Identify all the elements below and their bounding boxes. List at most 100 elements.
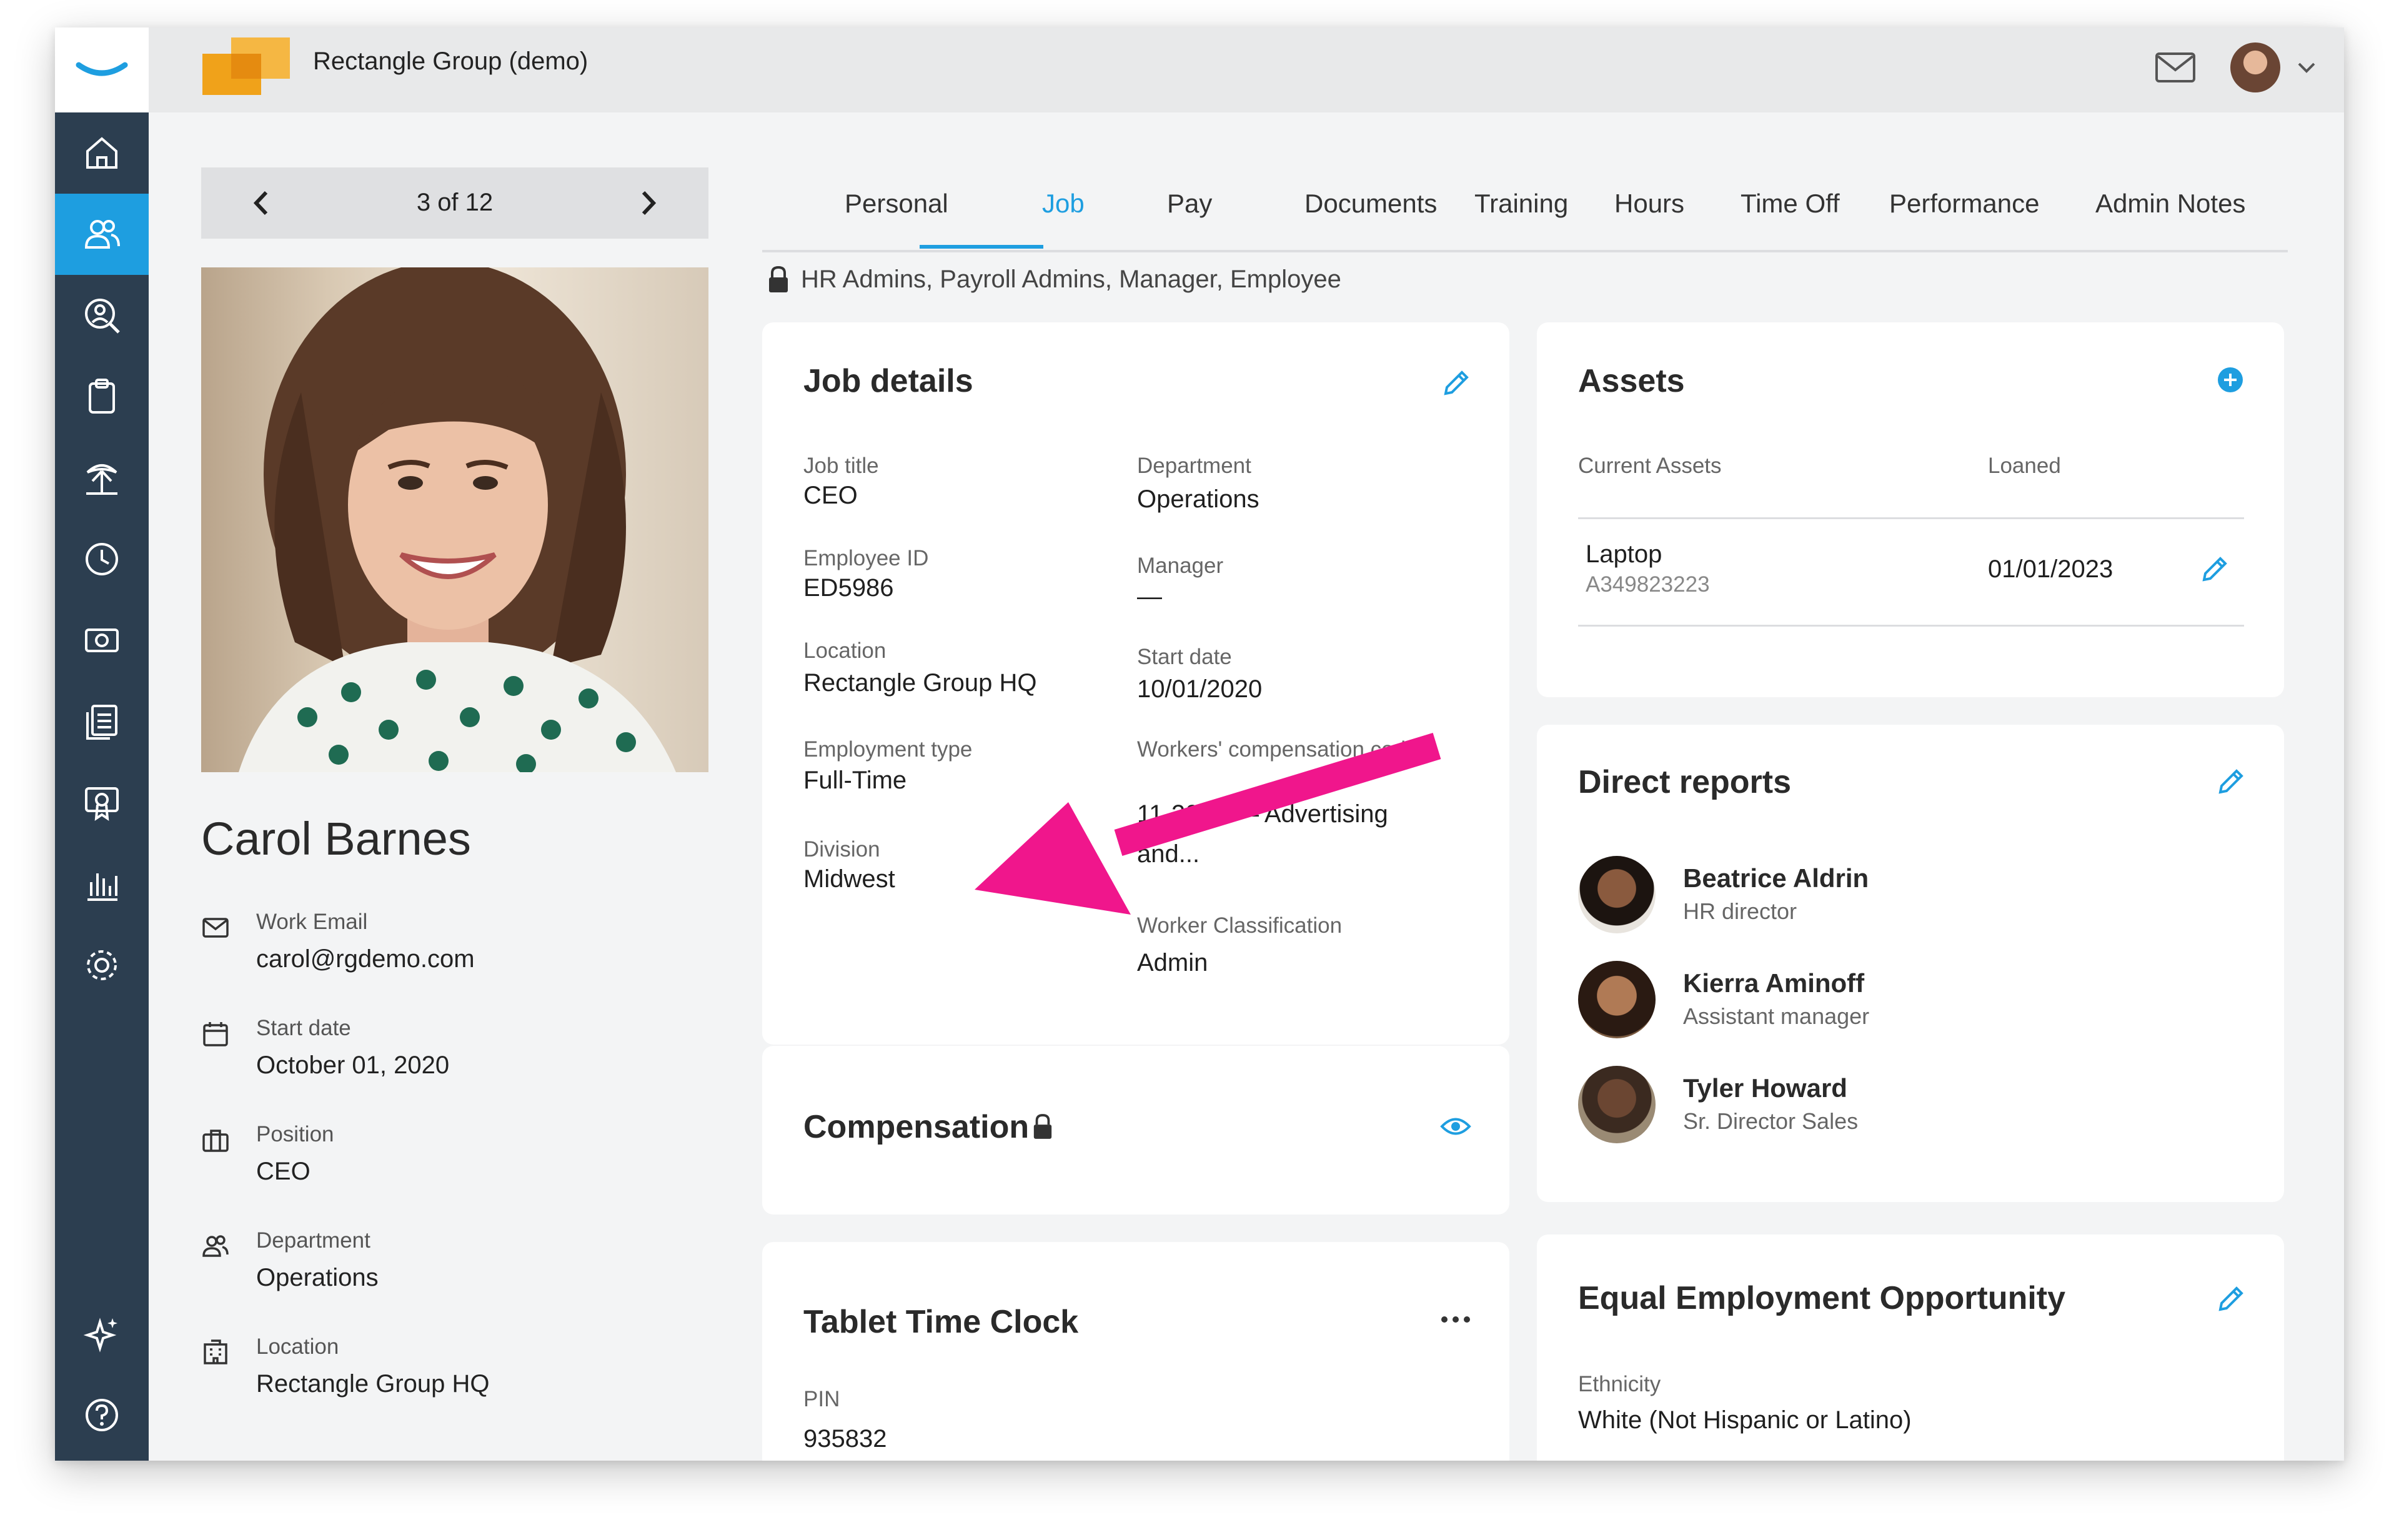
field-label: Start date [1137, 645, 1232, 669]
avatar [1578, 961, 1656, 1038]
info-label: Start date [256, 1016, 351, 1040]
tab-training[interactable]: Training [1474, 187, 1568, 220]
eye-icon[interactable] [1439, 1113, 1472, 1140]
sparkle-icon [83, 1318, 117, 1353]
clock-icon [86, 543, 118, 575]
field-value: ED5986 [803, 574, 894, 602]
pencil-icon[interactable] [2215, 1283, 2247, 1314]
documents-icon [86, 705, 117, 740]
pencil-icon[interactable] [2215, 766, 2247, 797]
card-title: Compensation [803, 1109, 1030, 1145]
people-icon [84, 220, 120, 249]
info-value[interactable]: carol@rgdemo.com [256, 943, 475, 975]
chevron-right-icon[interactable] [631, 186, 665, 220]
sidebar-item-training[interactable] [55, 762, 149, 843]
sidebar-item-highlights[interactable] [55, 1293, 149, 1374]
info-value: October 01, 2020 [256, 1051, 450, 1079]
tab-time-off[interactable]: Time Off [1741, 187, 1840, 220]
sidebar-item-time-off[interactable] [55, 437, 149, 519]
direct-reports-card: Direct reports Beatrice Aldrin HR direct… [1537, 725, 2284, 1202]
report-name: Beatrice Aldrin [1683, 863, 1869, 893]
app-logo[interactable] [55, 27, 149, 112]
tab-performance[interactable]: Performance [1889, 187, 2039, 220]
sidebar-item-people[interactable] [55, 194, 149, 275]
field-label: PIN [803, 1387, 840, 1411]
mail-icon [202, 918, 229, 938]
report-name: Tyler Howard [1683, 1073, 1847, 1103]
people-icon [202, 1235, 229, 1257]
divider [1578, 517, 2244, 519]
company-name[interactable]: Rectangle Group (demo) [313, 46, 588, 76]
info-label: Location [256, 1334, 339, 1359]
chevron-down-icon[interactable] [2294, 55, 2319, 80]
info-start-date: Start date October 01, 2020 [201, 1015, 708, 1096]
lock-icon [1033, 1114, 1052, 1139]
pencil-icon[interactable] [1441, 367, 1472, 399]
field-value: Midwest [803, 865, 895, 893]
more-icon[interactable] [1439, 1313, 1472, 1326]
tab-documents[interactable]: Documents [1304, 187, 1437, 220]
building-icon [204, 1339, 227, 1364]
certificate-icon [85, 787, 119, 821]
money-icon [85, 628, 119, 652]
report-role: Sr. Director Sales [1683, 1108, 1859, 1134]
tab-personal[interactable]: Personal [845, 187, 948, 220]
user-avatar[interactable] [2230, 42, 2280, 92]
info-location: Location Rectangle Group HQ [201, 1333, 708, 1414]
info-value: Operations [256, 1264, 379, 1291]
asset-name: Laptop [1586, 540, 1662, 568]
card-title: Equal Employment Opportunity [1578, 1280, 2066, 1316]
column-header: Loaned [1988, 454, 2061, 478]
sidebar-item-reports[interactable] [55, 843, 149, 925]
tab-hours[interactable]: Hours [1614, 187, 1684, 220]
info-label: Department [256, 1228, 370, 1253]
info-label: Work Email [256, 910, 368, 934]
add-circle-icon[interactable] [2217, 366, 2244, 394]
report-role: Assistant manager [1683, 1003, 1870, 1029]
help-icon [86, 1399, 118, 1431]
direct-report-item[interactable]: Tyler Howard Sr. Director Sales [1578, 1066, 2203, 1143]
sidebar-item-documents[interactable] [55, 681, 149, 762]
sidebar-item-people-search[interactable] [55, 275, 149, 356]
active-tab-indicator [920, 245, 1043, 249]
reports-icon [87, 873, 117, 901]
company-logo [202, 37, 290, 96]
sidebar-item-settings[interactable] [55, 925, 149, 1006]
asset-id: A349823223 [1586, 572, 1710, 597]
direct-report-item[interactable]: Kierra Aminoff Assistant manager [1578, 961, 2203, 1038]
sidebar-item-clipboard[interactable] [55, 356, 149, 437]
sidebar [55, 112, 149, 1461]
pencil-icon[interactable] [2199, 554, 2230, 585]
field-label: Employment type [803, 737, 973, 762]
mail-icon[interactable] [2154, 49, 2197, 86]
column-header: Current Assets [1578, 454, 1722, 478]
clipboard-icon [89, 379, 115, 414]
info-value: Rectangle Group HQ [256, 1370, 490, 1398]
avatar [1578, 1066, 1656, 1143]
job-details-card: Job details Job title CEO Employee ID ED… [762, 322, 1509, 1045]
employee-photo [201, 267, 708, 772]
field-label: Division [803, 837, 880, 862]
tab-bar: Personal Job Pay Documents Training Hour… [762, 159, 2288, 252]
info-value: CEO [256, 1158, 310, 1185]
sidebar-item-hours[interactable] [55, 519, 149, 600]
palm-tree-icon [86, 464, 117, 495]
sidebar-item-pay[interactable] [55, 600, 149, 681]
employee-pager: 3 of 12 [201, 167, 708, 239]
eeo-card: Equal Employment Opportunity Ethnicity W… [1537, 1234, 2284, 1461]
field-label: Employee ID [803, 546, 929, 570]
sidebar-item-help[interactable] [55, 1374, 149, 1456]
card-title: Assets [1578, 363, 1685, 399]
field-value: CEO [803, 482, 858, 509]
report-name: Kierra Aminoff [1683, 968, 1865, 998]
card-title: Direct reports [1578, 764, 1791, 800]
info-position: Position CEO [201, 1121, 708, 1202]
direct-report-item[interactable]: Beatrice Aldrin HR director [1578, 856, 2203, 933]
info-label: Position [256, 1122, 334, 1146]
field-value: White (Not Hispanic or Latino) [1578, 1406, 1912, 1434]
tab-pay[interactable]: Pay [1167, 187, 1212, 220]
sidebar-item-home[interactable] [55, 112, 149, 194]
tab-admin-notes[interactable]: Admin Notes [2095, 187, 2245, 220]
field-value: Operations [1137, 485, 1259, 513]
tab-job[interactable]: Job [1042, 187, 1085, 220]
